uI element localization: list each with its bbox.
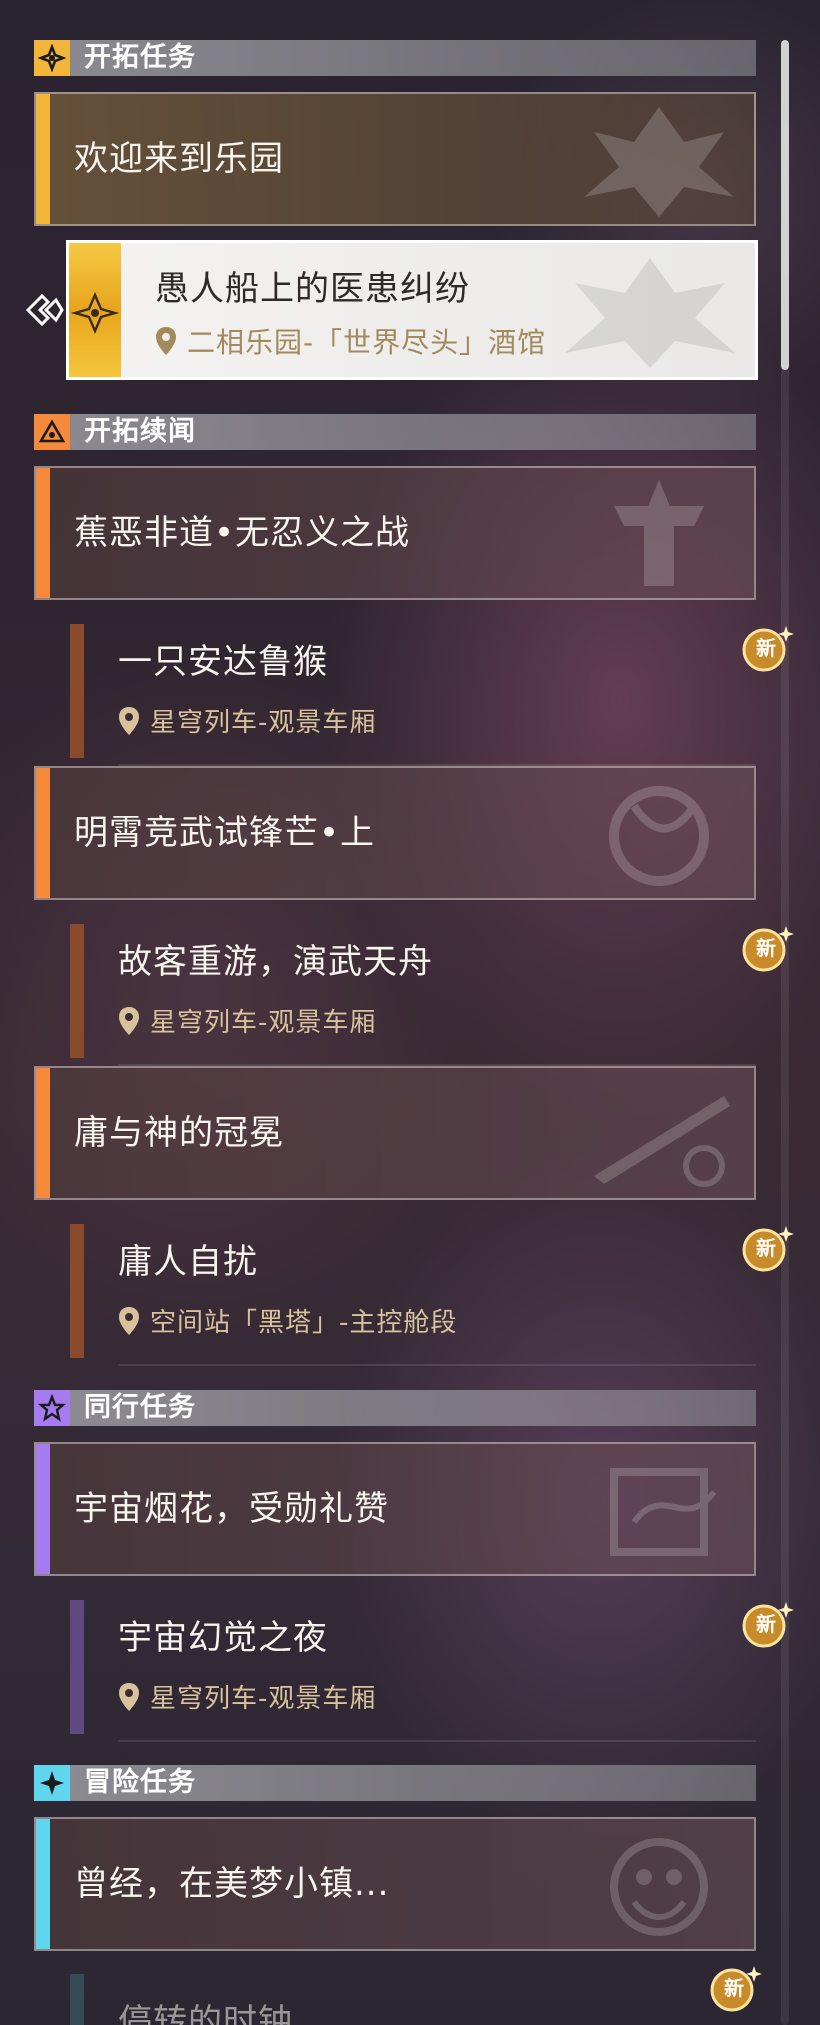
sub-quest-title: 庸人自扰: [118, 1242, 258, 1282]
sub-quest-title: 宇宙幻觉之夜: [118, 1618, 328, 1658]
adventure-mission-icon: [34, 1765, 70, 1801]
sub-quest-adventure-1[interactable]: 停转的时钟: [34, 1966, 756, 2025]
section-header-adventure: 冒险任务: [34, 1765, 756, 1801]
selected-quest-location: 二相乐园-「世界尽头」酒馆: [155, 321, 546, 361]
location-pin-icon: [119, 1006, 139, 1035]
quest-title: 宇宙烟花，受勋礼赞: [74, 1489, 389, 1529]
new-badge-label: 新: [756, 636, 776, 660]
section-header-continuance: 开拓续闻: [34, 414, 756, 450]
new-badge-label: 新: [756, 1612, 776, 1636]
location-pin-icon: [119, 706, 139, 735]
location-pin-icon: [156, 327, 176, 355]
new-badge: 新: [738, 922, 794, 974]
sub-quest-line: [70, 924, 84, 1058]
divider: [118, 1364, 756, 1366]
new-badge-label: 新: [724, 1976, 744, 2000]
quest-stripe: [36, 1444, 50, 1574]
quest-title: 庸与神的冠冕: [74, 1113, 284, 1153]
trailblaze-star-icon: [70, 291, 120, 335]
trailblaze-continuance-icon: [34, 414, 70, 450]
section-title: 开拓任务: [84, 42, 196, 73]
location-text: 二相乐园-「世界尽头」酒馆: [187, 326, 547, 359]
sub-quest-location: 星穹列车-观景车厢: [118, 702, 376, 739]
quest-card-continuance-1[interactable]: 蕉恶非道•无忍义之战: [34, 466, 756, 600]
quest-card-continuance-2[interactable]: 明霄竞武试锋芒•上: [34, 766, 756, 900]
location-text: 星穹列车-观景车厢: [150, 708, 377, 738]
quest-stripe: [36, 768, 50, 898]
quest-emblem-icon: [614, 480, 704, 586]
new-badge-label: 新: [756, 936, 776, 960]
sub-quest-title: 故客重游，演武天舟: [118, 942, 433, 982]
scrollbar-thumb[interactable]: [781, 40, 789, 370]
quest-emblem-icon: [594, 1096, 730, 1187]
new-badge: 新: [738, 1598, 794, 1650]
sub-quest-location: 空间站「黑塔」-主控舱段: [118, 1302, 457, 1339]
sub-quest-line: [70, 1224, 84, 1358]
sub-quest-location: 星穹列车-观景车厢: [118, 1678, 376, 1715]
selected-quest-title: 愚人船上的医患纠纷: [155, 269, 470, 309]
quest-stripe: [36, 1068, 50, 1198]
sub-quest-continuance-1[interactable]: 一只安达鲁猴 星穹列车-观景车厢 新: [34, 616, 794, 766]
quest-card-welcome[interactable]: 欢迎来到乐园: [34, 92, 756, 226]
quest-stripe: [36, 94, 50, 224]
selection-arrow-icon: [25, 293, 64, 327]
sub-quest-title: 停转的时钟: [118, 2002, 293, 2025]
quest-title: 欢迎来到乐园: [74, 139, 284, 179]
new-badge: 新: [738, 622, 794, 674]
sub-quest-location: 星穹列车-观景车厢: [118, 1002, 376, 1039]
location-pin-icon: [119, 1306, 139, 1335]
quest-item-selected[interactable]: 愚人船上的医患纠纷 二相乐园-「世界尽头」酒馆: [66, 240, 758, 380]
quest-emblem-icon: [584, 107, 734, 217]
section-header-trailblaze: 开拓任务: [34, 40, 756, 76]
quest-title: 明霄竞武试锋芒•上: [74, 813, 376, 853]
quest-stripe: [36, 1819, 50, 1949]
quest-emblem-icon: [609, 786, 709, 886]
quest-title: 曾经，在美梦小镇...: [74, 1864, 390, 1904]
new-badge: 新: [738, 1222, 794, 1274]
sub-quest-line: [70, 1974, 84, 2025]
sub-quest-line: [70, 1600, 84, 1734]
section-title: 冒险任务: [84, 1767, 196, 1798]
selected-gold-marker: [69, 243, 121, 377]
sub-quest-title: 一只安达鲁猴: [118, 642, 328, 682]
quest-emblem-icon: [610, 1468, 717, 1556]
quest-card-adventure-1[interactable]: 曾经，在美梦小镇...: [34, 1817, 756, 1951]
section-title: 开拓续闻: [84, 416, 196, 447]
trailblaze-mission-icon: [34, 40, 70, 76]
location-pin-icon: [119, 1682, 139, 1711]
quest-title: 蕉恶非道•无忍义之战: [74, 513, 411, 553]
quest-emblem-icon: [610, 1838, 708, 1936]
quest-card-continuance-3[interactable]: 庸与神的冠冕: [34, 1066, 756, 1200]
section-title: 同行任务: [84, 1392, 196, 1423]
sub-quest-line: [70, 624, 84, 758]
quest-stripe: [36, 468, 50, 598]
quest-emblem-icon: [565, 258, 735, 368]
companion-mission-icon: [34, 1390, 70, 1426]
location-text: 星穹列车-观景车厢: [150, 1008, 377, 1038]
quest-card-companion-1[interactable]: 宇宙烟花，受勋礼赞: [34, 1442, 756, 1576]
new-badge-label: 新: [756, 1236, 776, 1260]
section-header-companion: 同行任务: [34, 1390, 756, 1426]
sub-quest-companion-1[interactable]: 宇宙幻觉之夜 星穹列车-观景车厢 新: [34, 1592, 794, 1742]
new-badge: 新: [706, 1962, 762, 2014]
location-text: 空间站「黑塔」-主控舱段: [150, 1308, 458, 1338]
divider: [118, 1740, 756, 1742]
location-text: 星穹列车-观景车厢: [150, 1684, 377, 1714]
sub-quest-continuance-2[interactable]: 故客重游，演武天舟 星穹列车-观景车厢 新: [34, 916, 794, 1066]
sub-quest-continuance-3[interactable]: 庸人自扰 空间站「黑塔」-主控舱段 新: [34, 1216, 794, 1366]
